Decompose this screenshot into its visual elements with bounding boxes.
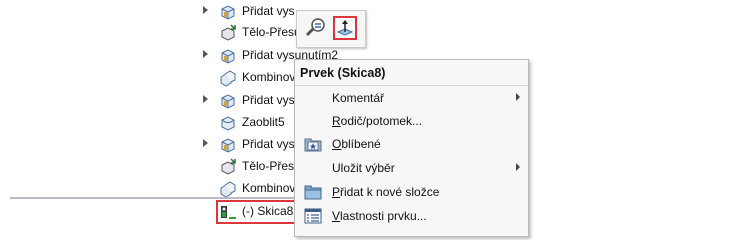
menu-item-label: Přidat k nové složce [332, 185, 440, 199]
move-body-icon [221, 24, 236, 41]
menu-item-feature-properties[interactable]: Vlastnosti prvku... [295, 204, 528, 227]
menu-item-favorites[interactable]: Oblíbené [295, 132, 528, 155]
normal-to-icon [336, 20, 354, 36]
menu-item-label: Rodič/potomek... [332, 114, 423, 128]
menu-item-label: Oblíbené [332, 137, 381, 151]
tree-item-label: Přidat vys [242, 137, 295, 151]
fillet-icon [221, 116, 235, 131]
tree-item-label: Zaoblit5 [242, 115, 285, 129]
zoom-to-selection-button[interactable] [304, 16, 328, 40]
move-body-icon [221, 158, 236, 175]
submenu-arrow-icon [516, 93, 520, 101]
menu-item-label: Vlastnosti prvku... [332, 209, 427, 223]
expand-arrow-icon[interactable] [203, 139, 208, 147]
extrude-icon [221, 138, 235, 153]
feature-properties-icon [304, 208, 322, 224]
context-menu-title: Prvek (Skica8) [300, 66, 386, 80]
tree-item-label: Přidat vys [242, 93, 295, 107]
expand-arrow-icon[interactable] [203, 50, 208, 58]
menu-item-save-selection[interactable]: Uložit výběr [295, 156, 528, 179]
extrude-icon [221, 94, 235, 109]
tree-item-label: Kombinov [242, 70, 296, 84]
submenu-arrow-icon [516, 163, 520, 171]
expand-arrow-icon[interactable] [203, 6, 208, 14]
new-folder-icon [304, 185, 322, 200]
menu-item-parent-child[interactable]: Rodič/potomek... [295, 109, 528, 132]
expand-arrow-icon[interactable] [203, 95, 208, 103]
context-menu: Prvek (Skica8) Komentář Rodič/potomek...… [294, 59, 529, 237]
normal-to-button[interactable] [333, 16, 357, 40]
menu-item-comment[interactable]: Komentář [295, 86, 528, 109]
combine-icon [220, 181, 236, 198]
tree-item-label: Tělo-Přesu [242, 25, 301, 39]
context-toolbar [296, 10, 366, 48]
combine-icon [220, 70, 236, 87]
tree-item-label: Kombinov [242, 181, 296, 195]
menu-item-label: Komentář [332, 91, 385, 105]
zoom-to-selection-icon [305, 18, 325, 37]
menu-item-label: Uložit výběr [332, 161, 395, 175]
tree-item-label: Tělo-Přesu [242, 159, 301, 173]
rollback-bar[interactable] [10, 197, 310, 199]
selection-highlight [216, 200, 296, 224]
extrude-icon [221, 5, 235, 20]
menu-item-add-to-new-folder[interactable]: Přidat k nové složce [295, 180, 528, 203]
extrude-icon [221, 49, 235, 64]
tree-item-label: Přidat vys [242, 4, 295, 18]
favorites-folder-icon [304, 138, 322, 152]
